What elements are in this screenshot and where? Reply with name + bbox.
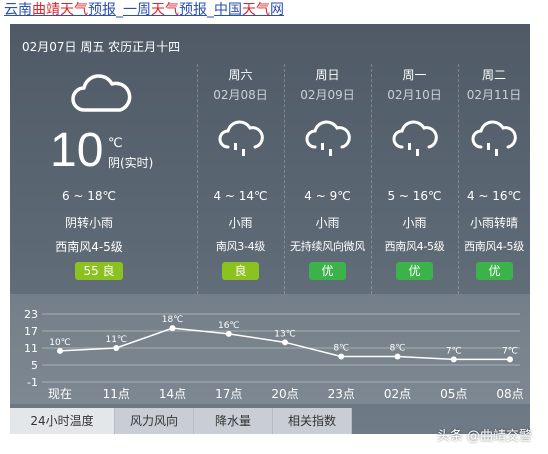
breadcrumb-text: 预报 bbox=[88, 2, 116, 18]
forecast-temp: 4 ~ 9℃ bbox=[304, 189, 351, 203]
x-tick-label: 23点 bbox=[328, 387, 355, 401]
data-label: 7℃ bbox=[502, 346, 518, 356]
data-label: 13℃ bbox=[274, 329, 296, 339]
forecast-day[interactable]: 周二 02月11日 4 ~ 16℃ 小雨转晴 西南风4-5级 优 bbox=[458, 24, 530, 294]
breadcrumb-separator: _ bbox=[116, 2, 123, 18]
rain-icon bbox=[471, 120, 517, 156]
y-tick-label: 17 bbox=[24, 325, 38, 338]
cloudy-icon bbox=[71, 74, 132, 112]
forecast-weekday: 周日 bbox=[315, 68, 340, 82]
rain-icon bbox=[218, 120, 264, 156]
x-tick-label: 02点 bbox=[384, 387, 411, 401]
today-temp-range: 6 ~ 18℃ bbox=[61, 189, 117, 203]
current-state: 阴(实时) bbox=[108, 156, 154, 170]
breadcrumb-separator: _ bbox=[207, 2, 214, 18]
forecast-wind: 无持续风向微风 bbox=[290, 240, 365, 253]
data-label: 18℃ bbox=[162, 315, 184, 325]
tab-24h-temperature[interactable]: 24小时温度 bbox=[10, 408, 115, 434]
data-point bbox=[338, 353, 345, 360]
y-tick-label: 5 bbox=[31, 359, 38, 372]
breadcrumb-text: 天气 bbox=[242, 2, 270, 18]
data-point bbox=[57, 347, 63, 354]
forecast-weekday: 周六 bbox=[228, 68, 253, 82]
x-tick-label: 14点 bbox=[159, 387, 186, 401]
forecast-weather: 小雨 bbox=[228, 216, 253, 230]
rain-icon bbox=[305, 120, 351, 156]
data-point bbox=[169, 325, 176, 332]
data-label: 8℃ bbox=[333, 344, 349, 354]
breadcrumb-link-qujing-forecast[interactable]: 云南曲靖天气预报 bbox=[4, 2, 116, 18]
forecast-temp: 4 ~ 14℃ bbox=[213, 189, 268, 203]
data-label: 11℃ bbox=[105, 335, 127, 345]
breadcrumb-link-weather-china[interactable]: 中国天气网 bbox=[214, 2, 284, 18]
tab-precipitation[interactable]: 降水量 bbox=[194, 408, 273, 434]
data-point bbox=[394, 353, 401, 360]
breadcrumb: 云南曲靖天气预报_一周天气预报_中国天气网 bbox=[4, 0, 284, 22]
forecast-wind: 西南风4-5级 bbox=[464, 240, 524, 253]
tab-wind[interactable]: 风力风向 bbox=[115, 408, 194, 434]
data-point bbox=[113, 345, 120, 351]
x-tick-label: 20点 bbox=[271, 387, 298, 401]
rain-icon bbox=[392, 120, 438, 156]
y-tick-label: 11 bbox=[24, 342, 38, 355]
data-point bbox=[507, 356, 513, 363]
forecast-weather: 小雨 bbox=[402, 216, 427, 230]
x-tick-label: 05点 bbox=[440, 387, 467, 401]
today-wind: 西南风4-5级 bbox=[55, 240, 123, 254]
today-date: 02月07日 周五 农历正月十四 bbox=[22, 40, 181, 54]
current-temperature: 10 bbox=[50, 124, 104, 177]
tab-indices[interactable]: 相关指数 bbox=[273, 408, 352, 434]
forecast-temp: 4 ~ 16℃ bbox=[466, 189, 522, 203]
aqi-badge: 良 bbox=[222, 262, 259, 280]
data-label: 7℃ bbox=[446, 346, 462, 356]
data-label: 10℃ bbox=[49, 338, 71, 348]
breadcrumb-link-week-forecast[interactable]: 一周天气预报 bbox=[123, 2, 207, 18]
x-tick-label: 11点 bbox=[103, 387, 130, 401]
x-tick-label: 17点 bbox=[215, 387, 242, 401]
y-tick-label: -1 bbox=[27, 376, 38, 389]
x-tick-label: 08点 bbox=[496, 387, 523, 401]
temperature-line-chart: 23 17 11 5 -1 10℃ 现在 11℃ 11点 18℃ 14点 16℃ 17点 13℃ 20点 8℃… bbox=[24, 308, 524, 401]
breadcrumb-text: 云南 bbox=[4, 2, 32, 18]
forecast-day[interactable]: 周日 02月09日 4 ~ 9℃ 小雨 无持续风向微风 优 bbox=[284, 24, 371, 294]
today-weather: 阴转小雨 bbox=[64, 216, 113, 230]
breadcrumb-text: 一周 bbox=[123, 2, 151, 18]
data-point bbox=[225, 330, 232, 337]
breadcrumb-text: 预报 bbox=[179, 2, 207, 18]
forecast-date: 02月08日 bbox=[213, 88, 268, 102]
weather-panel: 02月07日 周五 农历正月十四 10 ℃ 阴(实时) 6 ~ 18℃ 阴转小雨… bbox=[10, 24, 530, 434]
forecast-date: 02月09日 bbox=[300, 88, 355, 102]
x-tick-label: 现在 bbox=[48, 387, 72, 401]
aqi-badge: 优 bbox=[309, 262, 346, 280]
forecast-day[interactable]: 周一 02月10日 5 ~ 16℃ 小雨 西南风4-5级 优 bbox=[371, 24, 458, 294]
forecast-weekday: 周一 bbox=[402, 68, 427, 82]
aqi-badge: 优 bbox=[476, 262, 513, 280]
forecast-day[interactable]: 周六 02月08日 4 ~ 14℃ 小雨 南风3-4级 良 bbox=[197, 24, 284, 294]
today-aqi-badge[interactable]: 55 良 bbox=[75, 262, 123, 280]
breadcrumb-text: 网 bbox=[270, 2, 284, 18]
forecast-weekday: 周二 bbox=[481, 68, 506, 82]
forecast-date: 02月11日 bbox=[466, 88, 522, 102]
data-label: 8℃ bbox=[390, 344, 406, 354]
data-label: 16℃ bbox=[218, 321, 240, 331]
forecast-weather: 小雨转晴 bbox=[469, 216, 518, 230]
forecast-temp: 5 ~ 16℃ bbox=[387, 189, 442, 203]
watermark: 头条 @曲靖交警 bbox=[436, 429, 532, 444]
temperature-unit: ℃ bbox=[108, 136, 123, 151]
forecast-date: 02月10日 bbox=[387, 88, 442, 102]
forecast-wind: 西南风4-5级 bbox=[384, 240, 445, 253]
hourly-temperature-chart: 23 17 11 5 -1 10℃ 现在 11℃ 11点 18℃ 14点 16℃ 17点 13℃ 20点 8℃… bbox=[10, 294, 530, 404]
breadcrumb-text: 中国 bbox=[214, 2, 242, 18]
breadcrumb-text: 天气 bbox=[151, 2, 179, 18]
aqi-badge: 优 bbox=[396, 262, 433, 280]
forecast-wind: 南风3-4级 bbox=[215, 240, 266, 253]
y-tick-label: 23 bbox=[24, 308, 38, 321]
data-point bbox=[282, 339, 288, 346]
data-point bbox=[450, 356, 457, 363]
breadcrumb-text: 天气 bbox=[60, 2, 88, 18]
breadcrumb-text: 曲靖 bbox=[32, 2, 60, 18]
forecast-weather: 小雨 bbox=[315, 216, 340, 230]
